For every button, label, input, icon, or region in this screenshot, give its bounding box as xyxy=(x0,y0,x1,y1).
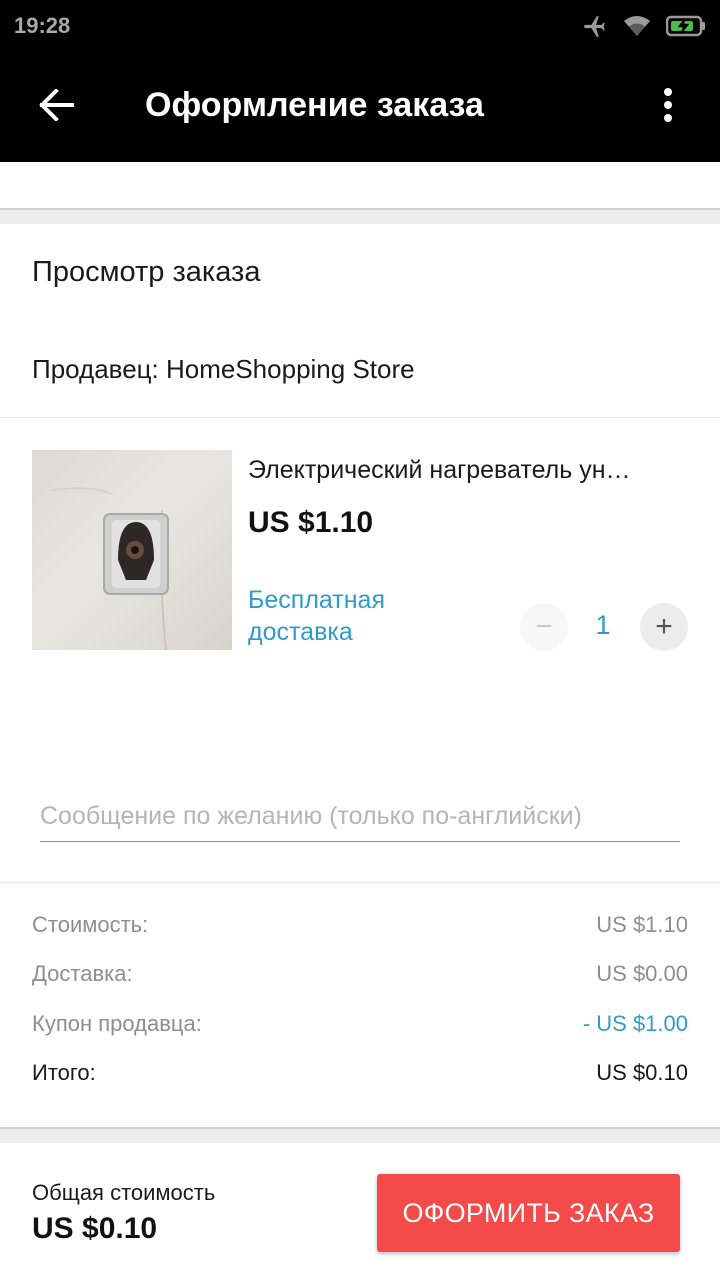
divider xyxy=(0,882,720,883)
more-menu-button[interactable] xyxy=(636,79,700,135)
status-bar: 19:28 xyxy=(0,0,720,52)
shipping-info[interactable]: Бесплатная доставка xyxy=(248,584,468,648)
quantity-value: 1 xyxy=(595,610,611,640)
grand-total-value: US $0.10 xyxy=(32,1212,158,1245)
summary-row-total: Итого: US $0.10 xyxy=(32,1060,688,1086)
quantity-decrease-button[interactable]: − xyxy=(520,603,568,651)
battery-charging-icon xyxy=(666,15,706,37)
seller-name[interactable]: Продавец: HomeShopping Store xyxy=(32,354,415,385)
summary-value: US $1.10 xyxy=(596,912,688,937)
airplane-icon xyxy=(582,13,608,39)
section-divider xyxy=(0,208,720,224)
summary-value: US $0.00 xyxy=(596,961,688,986)
grand-total-label: Общая стоимость xyxy=(32,1180,216,1205)
more-vertical-icon xyxy=(663,87,673,127)
summary-label: Стоимость: xyxy=(32,912,149,937)
section-divider xyxy=(0,1127,720,1143)
arrow-left-icon xyxy=(38,87,74,126)
minus-icon: − xyxy=(535,610,553,643)
wifi-icon xyxy=(622,14,652,38)
page-title: Оформление заказа xyxy=(145,86,484,124)
product-name[interactable]: Электрический нагреватель ун… xyxy=(248,456,688,485)
summary-label: Итого: xyxy=(32,1060,96,1085)
product-image[interactable] xyxy=(32,450,232,650)
summary-value: US $0.10 xyxy=(596,1060,688,1085)
quantity-increase-button[interactable]: + xyxy=(640,603,688,651)
divider xyxy=(0,417,720,418)
status-icons xyxy=(582,12,706,40)
back-button[interactable] xyxy=(24,79,88,135)
summary-label: Доставка: xyxy=(32,961,133,986)
app-bar: Оформление заказа xyxy=(0,52,720,162)
seller-message-input[interactable] xyxy=(40,792,680,842)
summary-row-subtotal: Стоимость: US $1.10 xyxy=(32,912,688,938)
summary-row-coupon[interactable]: Купон продавца: - US $1.00 xyxy=(32,1011,688,1037)
place-order-button[interactable]: ОФОРМИТЬ ЗАКАЗ xyxy=(377,1174,680,1252)
summary-row-shipping: Доставка: US $0.00 xyxy=(32,961,688,987)
plus-icon: + xyxy=(655,610,673,643)
status-time: 19:28 xyxy=(14,13,71,38)
product-price: US $1.10 xyxy=(248,506,374,539)
summary-label: Купон продавца: xyxy=(32,1011,202,1036)
coupon-value[interactable]: - US $1.00 xyxy=(583,1011,688,1037)
order-review-title: Просмотр заказа xyxy=(32,256,261,288)
